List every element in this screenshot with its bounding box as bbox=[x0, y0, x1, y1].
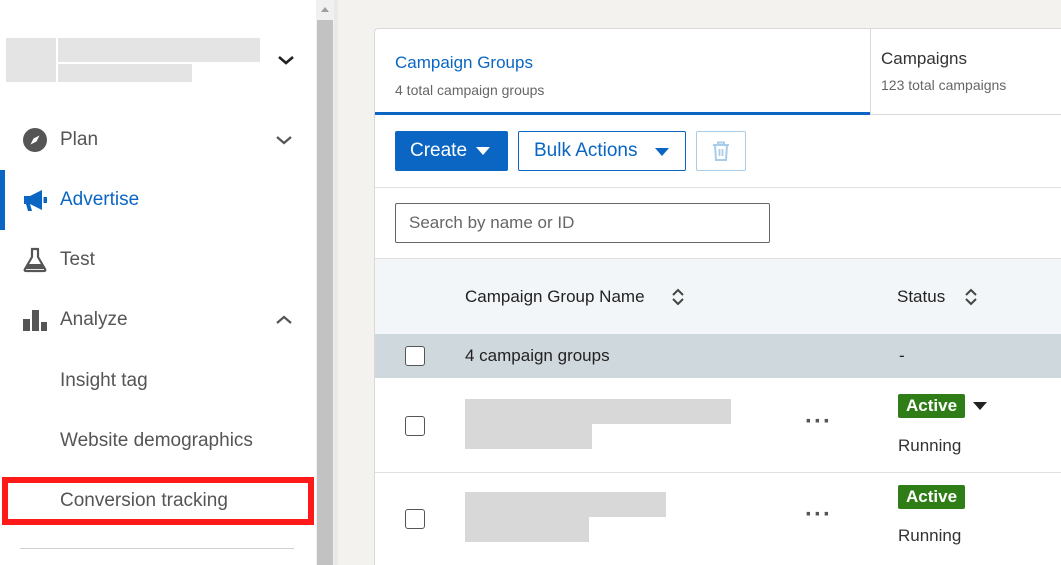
nav-website-demographics-label: Website demographics bbox=[60, 430, 253, 451]
status-text: Running bbox=[898, 526, 962, 545]
tab-campaign-groups-title: Campaign Groups bbox=[395, 53, 533, 72]
nav-test[interactable]: Test bbox=[0, 240, 316, 280]
highlight-box bbox=[2, 477, 314, 525]
search-input[interactable] bbox=[395, 203, 770, 243]
campaign-group-name-redacted[interactable] bbox=[465, 492, 666, 517]
account-name-redacted bbox=[58, 38, 260, 62]
chevron-down-icon[interactable] bbox=[276, 50, 296, 70]
group-summary-row: 4 campaign groups - bbox=[375, 334, 1061, 378]
tab-campaign-groups-count: 4 total campaign groups bbox=[395, 82, 545, 98]
status-text: Running bbox=[898, 436, 962, 455]
nav-plan[interactable]: Plan bbox=[0, 120, 316, 160]
chevron-up-icon[interactable] bbox=[274, 310, 294, 330]
chevron-down-icon[interactable] bbox=[274, 130, 294, 150]
tab-campaign-groups[interactable]: Campaign Groups 4 total campaign groups bbox=[375, 29, 870, 115]
more-actions-icon[interactable]: ··· bbox=[805, 501, 832, 529]
campaign-group-name-redacted[interactable] bbox=[465, 399, 731, 424]
sort-icon[interactable] bbox=[964, 287, 978, 307]
bar-chart-icon bbox=[22, 307, 48, 333]
status-badge[interactable]: Active bbox=[898, 394, 966, 418]
flask-icon bbox=[22, 247, 48, 273]
tab-campaigns-title: Campaigns bbox=[881, 49, 967, 68]
nav-advertise-label: Advertise bbox=[60, 189, 140, 210]
create-button-label: Create bbox=[410, 140, 468, 161]
scrollbar-thumb[interactable] bbox=[317, 20, 333, 565]
nav-test-label: Test bbox=[60, 249, 95, 270]
nav-insight-tag-label: Insight tag bbox=[60, 370, 148, 391]
row-checkbox[interactable] bbox=[405, 509, 425, 529]
table-header: Campaign Group Name Status bbox=[375, 258, 1061, 334]
select-all-checkbox[interactable] bbox=[405, 346, 425, 366]
sidebar: Plan Advertise Test Analyze Insight tag … bbox=[0, 0, 316, 565]
nav-analyze-label: Analyze bbox=[60, 309, 128, 330]
divider bbox=[20, 548, 294, 549]
account-id-redacted bbox=[58, 64, 192, 82]
bulk-actions-label: Bulk Actions bbox=[534, 140, 638, 161]
tab-campaigns-count: 123 total campaigns bbox=[881, 77, 1007, 93]
campaign-group-id-redacted bbox=[465, 517, 589, 542]
caret-down-icon bbox=[476, 147, 490, 155]
scroll-up-arrow-icon[interactable] bbox=[316, 0, 334, 18]
divider bbox=[375, 187, 1061, 188]
megaphone-icon bbox=[22, 187, 48, 213]
table-row[interactable]: ··· Active Running bbox=[375, 378, 1061, 473]
nav-website-demographics[interactable]: Website demographics bbox=[0, 422, 316, 462]
nav-analyze[interactable]: Analyze bbox=[0, 300, 316, 340]
caret-down-icon[interactable] bbox=[973, 402, 987, 410]
column-header-status[interactable]: Status bbox=[897, 287, 945, 307]
campaign-manager-panel: Campaign Groups 4 total campaign groups … bbox=[374, 28, 1061, 565]
caret-down-icon bbox=[655, 148, 669, 156]
delete-button[interactable] bbox=[696, 131, 746, 171]
campaign-group-id-redacted bbox=[465, 424, 592, 449]
divider bbox=[334, 0, 338, 565]
bulk-actions-button[interactable]: Bulk Actions bbox=[518, 131, 686, 171]
status-badge[interactable]: Active bbox=[898, 485, 966, 509]
nav-plan-label: Plan bbox=[60, 129, 99, 150]
nav-advertise[interactable]: Advertise bbox=[0, 180, 316, 220]
account-logo-redacted bbox=[6, 38, 56, 82]
nav-insight-tag[interactable]: Insight tag bbox=[0, 362, 316, 402]
group-status-value: - bbox=[899, 346, 905, 365]
column-header-name[interactable]: Campaign Group Name bbox=[465, 287, 645, 307]
more-actions-icon[interactable]: ··· bbox=[805, 408, 832, 436]
group-count-label: 4 campaign groups bbox=[465, 346, 610, 365]
row-checkbox[interactable] bbox=[405, 416, 425, 436]
trash-icon bbox=[713, 141, 729, 161]
sort-icon[interactable] bbox=[671, 287, 685, 307]
divider bbox=[870, 114, 1061, 115]
compass-icon bbox=[22, 127, 48, 153]
table-row[interactable]: ··· Active Running bbox=[375, 473, 1061, 565]
create-button[interactable]: Create bbox=[395, 131, 508, 171]
sidebar-scrollbar[interactable] bbox=[316, 0, 334, 565]
tab-campaigns[interactable]: Campaigns 123 total campaigns bbox=[870, 29, 1061, 115]
